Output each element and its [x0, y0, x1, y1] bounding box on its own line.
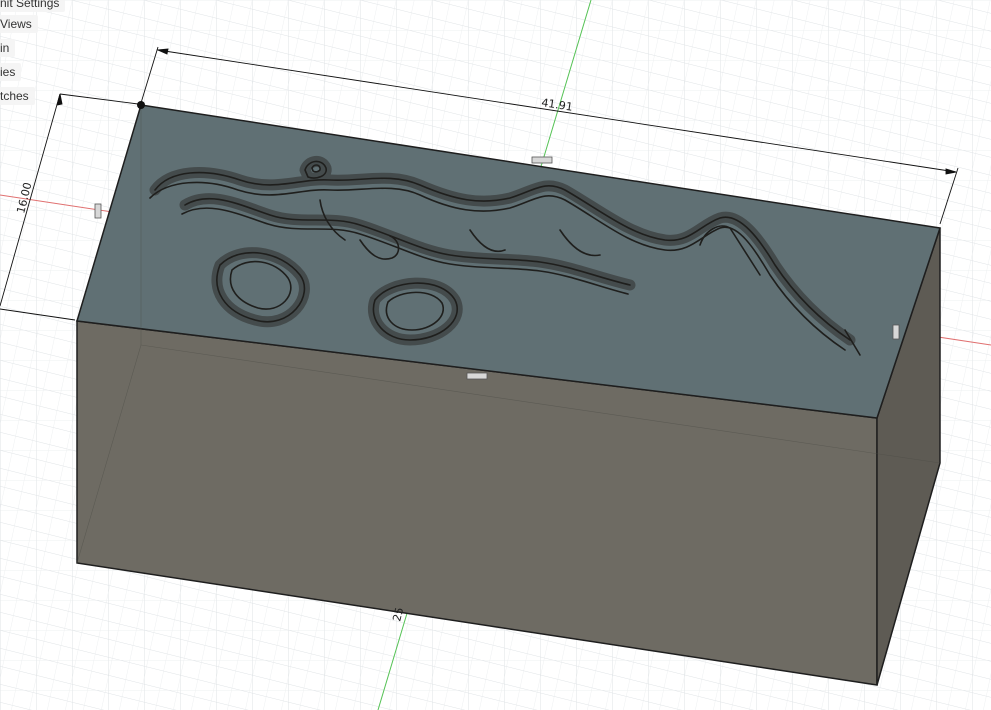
browser-item-label: Views [0, 17, 32, 31]
axis-handle-icon[interactable] [94, 203, 102, 219]
axis-handle-icon[interactable] [892, 324, 900, 340]
browser-item-label: tches [0, 89, 29, 103]
browser-item-label: ies [0, 65, 16, 79]
browser-item-label: in [0, 41, 10, 55]
browser-item-label: nit Settings [0, 0, 60, 10]
browser-item-bodies[interactable]: ies [0, 63, 22, 81]
canvas-viewport[interactable]: 41.91 16.00 25 nit Settings Views in ies… [0, 0, 991, 710]
3d-scene[interactable]: 41.91 16.00 25 [0, 0, 991, 710]
axis-handle-icon[interactable] [531, 156, 553, 164]
origin-point-icon[interactable] [137, 101, 145, 109]
browser-item-sketches[interactable]: tches [0, 87, 35, 105]
axis-handle-icon[interactable] [466, 372, 488, 380]
browser-item-named-views[interactable]: Views [0, 15, 38, 33]
browser-item-document-settings[interactable]: nit Settings [0, 0, 66, 12]
browser-item-origin[interactable]: in [0, 39, 16, 57]
